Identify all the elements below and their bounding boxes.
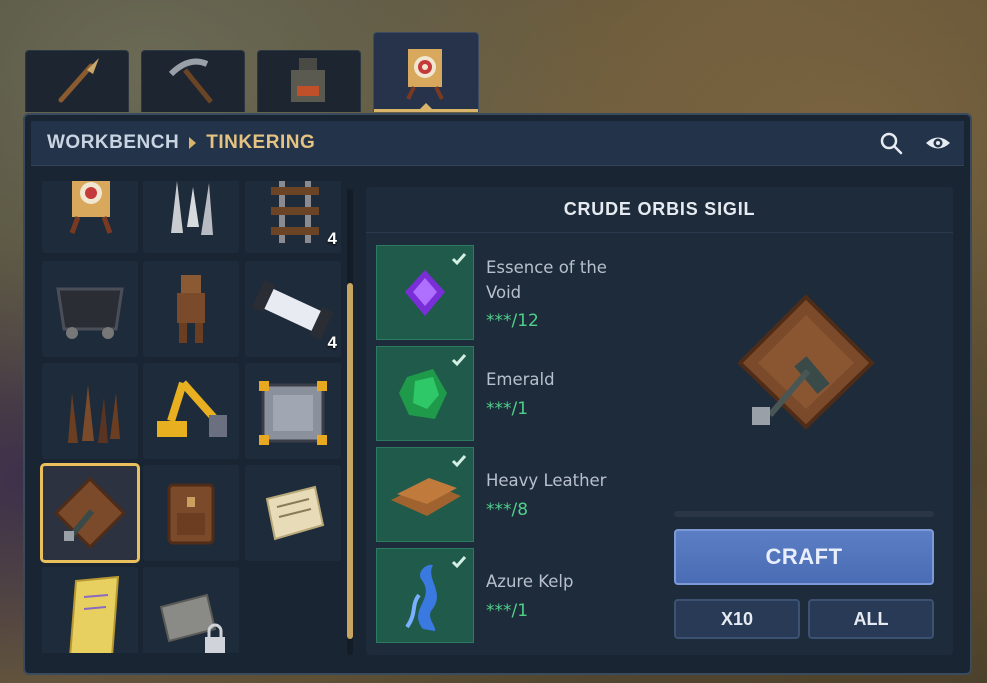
- ingredient-name: Emerald: [486, 370, 555, 389]
- recipe-grid: 4 4: [39, 181, 349, 653]
- item-count: 4: [327, 333, 337, 352]
- check-icon: [451, 253, 467, 266]
- breadcrumb-current: TINKERING: [206, 132, 316, 153]
- ingredient-slot[interactable]: [376, 447, 474, 542]
- search-icon[interactable]: [879, 131, 905, 155]
- breadcrumb-separator-icon: [189, 137, 197, 149]
- tab-tinkering[interactable]: [373, 32, 479, 112]
- grid-scrollbar-thumb[interactable]: [347, 283, 353, 639]
- ingredient-qty: ***/1: [486, 399, 529, 419]
- grid-slot-mechanical-arm[interactable]: [143, 363, 239, 459]
- ingredient-slot[interactable]: [376, 346, 474, 441]
- item-count: 4: [327, 229, 337, 248]
- pickaxe-icon: [168, 58, 213, 104]
- grid-slot-scroll[interactable]: [245, 465, 341, 561]
- grid-slot-minecart[interactable]: [42, 261, 138, 357]
- crafting-panel: WORKBENCH TINKERING 4 4 CRUDE ORBIS SIGI…: [23, 113, 972, 675]
- mechanical-arm-icon: [157, 380, 227, 437]
- grid-slot-rail[interactable]: 4: [245, 181, 341, 253]
- furnace-icon: [291, 57, 325, 102]
- ingredient-name: Azure Kelp: [486, 572, 574, 591]
- golden-scroll-icon: [69, 575, 120, 653]
- orbis-sigil-icon: [53, 476, 127, 550]
- tab-tools[interactable]: [141, 50, 245, 112]
- craft-all-button[interactable]: ALL: [808, 599, 934, 639]
- title-divider: [366, 232, 953, 233]
- minecart-icon: [56, 287, 124, 339]
- recipe-detail: CRUDE ORBIS SIGIL Essence of the Void **…: [366, 187, 953, 655]
- ingredient-name: Essence of the Void: [486, 258, 607, 302]
- metal-crate-icon: [259, 381, 327, 445]
- ingredient-qty: ***/12: [486, 311, 539, 331]
- leather-backpack-icon: [167, 483, 215, 545]
- panel-header: WORKBENCH TINKERING: [31, 121, 964, 166]
- craft-progress-bar: [674, 511, 934, 517]
- craft-button[interactable]: CRAFT: [674, 529, 934, 585]
- ingredient-qty: ***/8: [486, 500, 529, 520]
- ingredient-slot[interactable]: [376, 245, 474, 340]
- recipe-title: CRUDE ORBIS SIGIL: [563, 199, 756, 219]
- craft-x10-button[interactable]: X10: [674, 599, 800, 639]
- grid-slot-light-tube[interactable]: 4: [245, 261, 341, 357]
- training-dummy-icon: [177, 275, 205, 343]
- locked-scroll-icon: [159, 593, 225, 653]
- grid-slot-golden-scroll[interactable]: [42, 567, 138, 653]
- grid-slot-wooden-stakes[interactable]: [42, 363, 138, 459]
- target-dummy-icon: [406, 48, 444, 100]
- grid-slot-metal-crate[interactable]: [245, 363, 341, 459]
- grid-slot-leather-backpack[interactable]: [143, 465, 239, 561]
- target-dummy-icon: [69, 181, 113, 234]
- spikes-icon: [171, 181, 213, 235]
- check-icon: [451, 455, 467, 468]
- ingredient-slot[interactable]: [376, 548, 474, 643]
- orbis-sigil-preview-icon: [737, 294, 875, 430]
- scroll-icon: [265, 485, 325, 541]
- breadcrumb: WORKBENCH TINKERING: [47, 121, 315, 165]
- grid-slot-spikes[interactable]: [143, 181, 239, 253]
- grid-slot-orbis-sigil[interactable]: [40, 463, 140, 563]
- check-icon: [451, 354, 467, 367]
- grid-slot-training-dummy[interactable]: [143, 261, 239, 357]
- check-icon: [451, 556, 467, 569]
- grid-slot-target-dummy[interactable]: [42, 181, 138, 253]
- ingredient-name: Heavy Leather: [486, 471, 607, 490]
- breadcrumb-root[interactable]: WORKBENCH: [47, 132, 179, 154]
- wooden-stakes-icon: [68, 385, 120, 443]
- spear-icon: [58, 57, 99, 102]
- grid-slot-locked-scroll[interactable]: [143, 567, 239, 653]
- tab-furnace[interactable]: [257, 50, 361, 112]
- tab-weapons[interactable]: [25, 50, 129, 112]
- ingredient-qty: ***/1: [486, 601, 529, 621]
- eye-icon[interactable]: [925, 131, 951, 155]
